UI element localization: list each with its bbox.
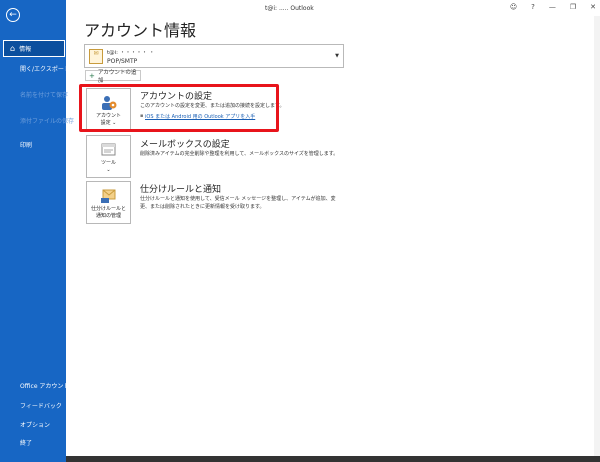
tools-icon [100,141,118,158]
taskbar-strip [0,456,600,462]
sidebar-item-exit[interactable]: 終了 [0,438,66,447]
sidebar-item-label: 添付ファイルの保存 [20,118,75,125]
title-bar: t@i: ..... Outlook ☺ ? — ❐ ✕ [66,0,600,16]
sidebar-item-open-export[interactable]: 開く/エクスポート [0,64,70,73]
sidebar-item-label: 名前を付けて保存 [20,92,69,99]
sidebar-item-label: 印刷 [20,142,33,149]
sidebar-item-label: 開く/エクスポート [20,66,70,73]
sidebar-item-label: 情報 [19,46,32,53]
chevron-down-icon: ▼ [335,53,339,59]
account-email: t@i: ・・・・・ ・ [107,50,155,56]
person-icon[interactable]: ☺ [510,3,517,11]
home-icon: ⌂ [10,44,16,53]
sidebar-item-options[interactable]: オプション [0,420,66,429]
sidebar-item-save-attachments: 添付ファイルの保存 [0,116,74,125]
scrollbar[interactable] [594,16,600,456]
back-arrow-icon[interactable]: ← [6,8,20,22]
sidebar-item-label: 終了 [20,440,33,447]
sidebar-item-label: オプション [20,422,51,429]
sidebar-item-office-account[interactable]: Office アカウント [0,381,70,390]
help-icon[interactable]: ? [531,3,535,11]
add-account-label: アカウントの追加 [97,69,137,84]
add-account-button[interactable]: + アカウントの追加 [85,69,141,84]
plus-icon: + [89,71,95,80]
sidebar-item-feedback[interactable]: フィードバック [0,401,66,410]
restore-icon[interactable]: ❐ [570,3,576,11]
sidebar-item-print[interactable]: 印刷 [0,140,66,149]
rules-icon [100,187,118,204]
sidebar-item-info[interactable]: ⌂ 情報 [3,40,65,57]
manage-rules-button-label: 仕分けルールと 通知の管理 [90,206,126,219]
tools-button[interactable]: ツール ⌄ [86,135,131,178]
backstage-sidebar: ← ⌂ 情報 開く/エクスポート 名前を付けて保存 添付ファイルの保存 印刷 O… [0,0,74,462]
manage-rules-button[interactable]: 仕分けルールと 通知の管理 [86,181,131,224]
sidebar-item-label: フィードバック [20,403,62,410]
rules-desc: 仕分けルールと通知を使用して、受信メール メッセージを整理し、アイテムが追加、変… [140,196,336,210]
close-icon[interactable]: ✕ [590,3,596,11]
mailbox-settings-desc: 削除済みアイテムの完全削除や整理を利用して、メールボックスのサイズを管理します。 [140,151,339,157]
mail-account-icon: ✉ [89,49,103,64]
sidebar-item-label: Office アカウント [20,383,70,390]
rules-title: 仕分けルールと通知 [140,185,222,195]
account-type: POP/SMTP [107,58,138,65]
sidebar-item-save-as: 名前を付けて保存 [0,90,69,99]
account-selector[interactable]: ✉ t@i: ・・・・・ ・ POP/SMTP ▼ [84,44,344,68]
window-title: t@i: ..... Outlook [265,5,314,12]
highlight-box [79,84,279,132]
tools-button-label: ツール ⌄ [100,160,116,173]
minimize-icon[interactable]: — [549,3,556,11]
mailbox-settings-title: メールボックスの設定 [140,140,230,150]
page-title: アカウント情報 [84,21,197,40]
